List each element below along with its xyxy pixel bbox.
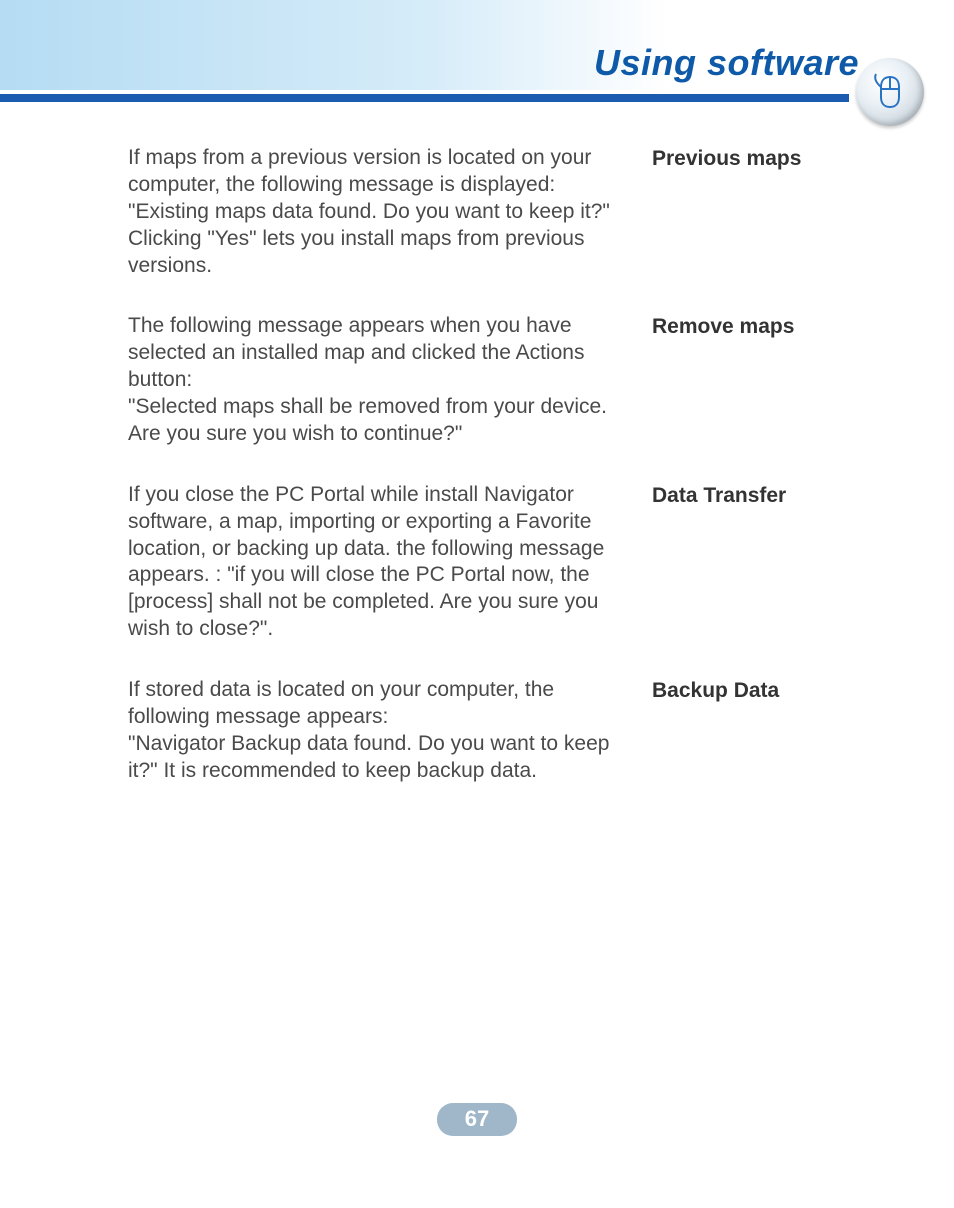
section-body: If stored data is located on your comput… — [128, 677, 628, 785]
section-heading: Data Transfer — [652, 482, 864, 643]
section-body: The following message appears when you h… — [128, 313, 628, 447]
page-header: Using software — [0, 0, 954, 120]
section-title: Using software — [594, 42, 859, 84]
section-previous-maps: If maps from a previous version is locat… — [128, 145, 864, 279]
section-heading: Remove maps — [652, 313, 864, 447]
section-heading: Previous maps — [652, 145, 864, 279]
mouse-icon — [856, 58, 924, 126]
section-remove-maps: The following message appears when you h… — [128, 313, 864, 447]
header-rule-right — [520, 94, 849, 102]
section-heading: Backup Data — [652, 677, 864, 785]
page-number-container: 67 — [0, 1103, 954, 1136]
section-body: If maps from a previous version is locat… — [128, 145, 628, 279]
section-backup-data: If stored data is located on your comput… — [128, 677, 864, 785]
manual-page: Using software If maps from a previous v… — [0, 0, 954, 1208]
section-body: If you close the PC Portal while install… — [128, 482, 628, 643]
header-rule-left — [0, 94, 520, 102]
section-data-transfer: If you close the PC Portal while install… — [128, 482, 864, 643]
page-number: 67 — [437, 1103, 517, 1136]
page-content: If maps from a previous version is locat… — [128, 145, 864, 1088]
